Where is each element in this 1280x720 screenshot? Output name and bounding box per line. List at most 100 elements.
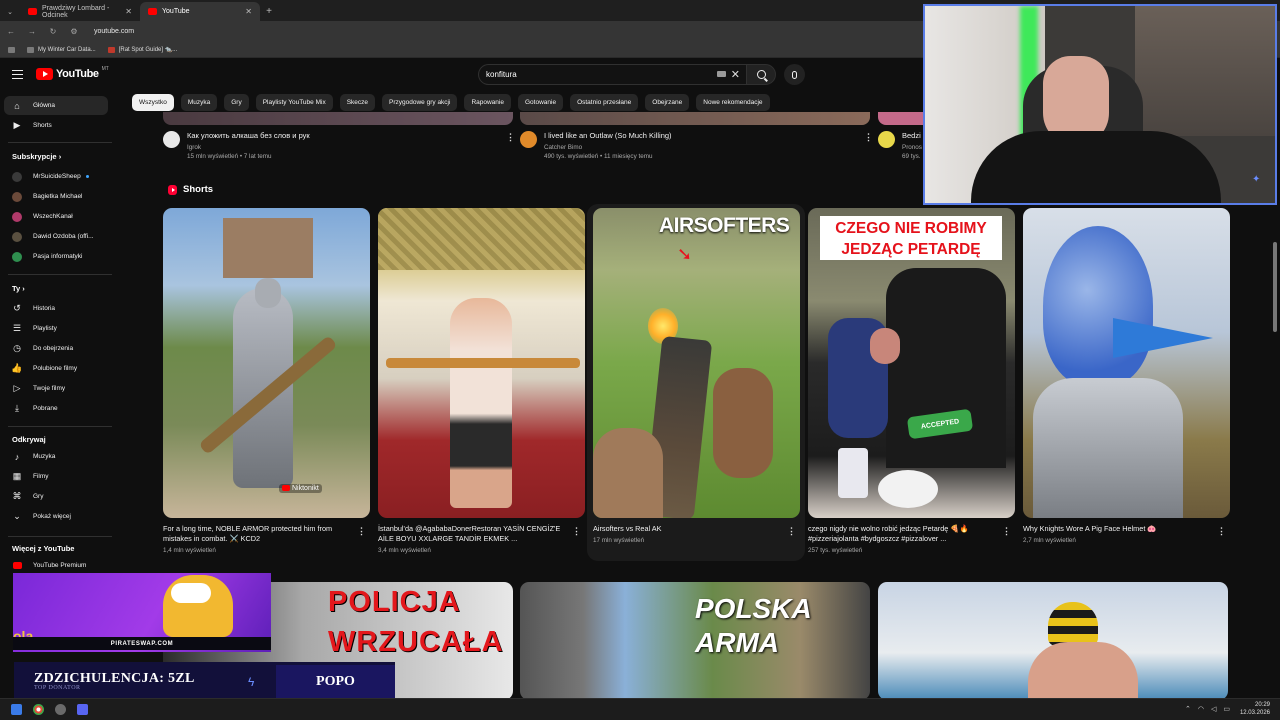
voice-search-button[interactable] [784,64,805,85]
filter-chip[interactable]: Muzyka [180,94,218,111]
video-thumbnail[interactable] [878,112,923,125]
site-info-icon[interactable]: ⚙ [69,27,79,36]
sidebar-item[interactable]: 👍 Polubione filmy [4,359,108,378]
sidebar-item[interactable]: WszechKanał [4,207,108,226]
reload-icon[interactable]: ↻ [48,27,58,36]
short-thumbnail[interactable]: CZEGO NIE ROBIMY JEDZĄC PETARDĘ ACCEPTED [808,208,1015,518]
speaker-icon[interactable]: ◁ [1211,705,1216,713]
more-actions-icon[interactable]: ⋮ [572,526,581,537]
video-thumbnail[interactable] [878,582,1228,700]
sidebar-item[interactable]: ☰ Playlisty [4,319,108,338]
channel-avatar[interactable] [520,131,537,148]
clock-date: 12.03.2026 [1239,709,1270,716]
channel-name[interactable]: Pronos [902,144,922,151]
forward-icon[interactable]: → [27,27,37,36]
discord-icon[interactable] [77,704,88,715]
more-actions-icon[interactable]: ⋮ [1002,526,1011,537]
filter-chip[interactable]: Ostatnio przesłane [570,94,639,111]
filter-chip[interactable]: Wszystko [132,94,174,111]
channel-name[interactable]: Catcher Bimo [544,144,582,151]
filter-chip[interactable]: Rapowanie [464,94,511,111]
filter-chip[interactable]: Gotowanie [517,94,564,111]
sidebar-item[interactable]: ♪ Muzyka [4,447,108,466]
more-actions-icon[interactable]: ⋮ [1217,526,1226,537]
ceiling-shape [378,208,585,270]
clear-search-icon[interactable]: ✕ [731,68,740,81]
url-text[interactable]: youtube.com [94,28,134,35]
menu-icon[interactable] [12,70,23,79]
chrome-icon[interactable] [33,704,44,715]
bookmark-item[interactable]: [Rat Spot Guide] 🐀... [107,46,177,53]
video-thumbnail[interactable]: POLSKA ARMA [520,582,870,700]
back-icon[interactable]: ← [6,27,16,36]
tab-youtube[interactable]: YouTube ✕ [140,2,260,21]
filter-chip[interactable]: Obejrzane [645,94,690,111]
search-button[interactable] [746,64,776,85]
video-title[interactable]: Как уложить алкаша без слов и рук [187,131,310,140]
short-thumbnail[interactable] [1023,208,1230,518]
youtube-logo[interactable]: YouTube MT [36,66,109,80]
keyboard-icon[interactable] [717,71,726,77]
sidebar-item-label: WszechKanał [33,213,73,220]
sidebar-item[interactable]: Bagietka Michael [4,187,108,206]
short-thumbnail[interactable]: AIRSOFTERS ➘ [593,208,800,518]
you-heading[interactable]: Ty › [12,284,25,293]
sidebar-item[interactable]: ↺ Historia [4,299,108,318]
subscriptions-heading[interactable]: Subskrypcje › [12,152,61,161]
channel-avatar[interactable] [878,131,895,148]
short-title[interactable]: czego nigdy nie wolno robić jedząc Petar… [808,524,998,545]
video-info[interactable]: Как уложить алкаша без слов и рук Igrok 1… [163,131,513,161]
search-input[interactable]: konfitura ✕ [478,64,746,85]
sidebar-item[interactable]: ▷ Twoje filmy [4,379,108,398]
short-title[interactable]: Why Knights Wore A Pig Face Helmet 🐽 [1023,524,1213,534]
sidebar-item[interactable]: ⌘ Gry [4,487,108,506]
close-tab-icon[interactable]: ✕ [245,7,252,16]
channel-avatar[interactable] [163,131,180,148]
video-title[interactable]: I lived like an Outlaw (So Much Killing) [544,131,672,140]
video-thumbnail[interactable] [520,112,870,125]
close-tab-icon[interactable]: ✕ [125,7,132,16]
more-actions-icon[interactable]: ⋮ [506,132,515,143]
sidebar-item[interactable]: ⤓ Pobrane [4,399,108,418]
sidebar-item[interactable]: ⌄ Pokaż więcej [4,507,108,526]
sidebar-item[interactable]: ◷ Do obejrzenia [4,339,108,358]
filter-chip[interactable]: Playlisty YouTube Mix [255,94,333,111]
video-title[interactable]: Bedzi [902,131,922,140]
tab-list-icon[interactable]: ⌄ [0,2,20,21]
sidebar-item-shorts[interactable]: ▶ Shorts [4,116,108,135]
more-actions-icon[interactable]: ⋮ [864,132,873,143]
tab-prawdziwy-lombard[interactable]: Prawdziwy Lombard - Odcinek ✕ [20,2,140,21]
video-info[interactable]: Bedzi Pronos 69 tys. [878,131,923,161]
more-actions-icon[interactable]: ⋮ [787,526,796,537]
video-info[interactable]: I lived like an Outlaw (So Much Killing)… [520,131,870,161]
filter-chip[interactable]: Skecze [339,94,376,111]
start-icon[interactable] [11,704,22,715]
more-actions-icon[interactable]: ⋮ [357,526,366,537]
apps-icon[interactable] [8,46,15,53]
short-title[interactable]: Airsofters vs Real AK [593,524,783,534]
filter-chip[interactable]: Nowe rekomendacje [696,94,770,111]
new-tab-icon[interactable]: + [260,2,278,21]
wifi-icon[interactable]: ◠ [1198,705,1204,713]
bookmark-item[interactable]: My Winter Car Data... [27,46,96,53]
castle-shape [223,218,313,278]
battery-icon[interactable]: ▭ [1223,705,1230,713]
short-thumbnail[interactable]: Niktonikt [163,208,370,518]
sidebar-item[interactable]: Pasja informatyki [4,247,108,266]
filter-chip[interactable]: Gry [224,94,249,111]
chevron-up-icon[interactable]: ⌃ [1185,705,1191,713]
short-title[interactable]: For a long time, NOBLE ARMOR protected h… [163,524,353,545]
sidebar-item-home[interactable]: ⌂ Główna [4,96,108,115]
sidebar-item[interactable]: ▦ Filmy [4,467,108,486]
video-thumbnail[interactable] [163,112,513,125]
filter-chip[interactable]: Przygodowe gry akcji [382,94,458,111]
short-thumbnail[interactable] [378,208,585,518]
app-icon[interactable] [55,704,66,715]
clock[interactable]: 20:29 12.03.2026 [1240,702,1270,718]
short-title[interactable]: İstanbul'da @AgababaDonerRestoran YASİN … [378,524,568,545]
channel-name[interactable]: Igrok [187,144,201,151]
sidebar-item[interactable]: MrSuicideSheep [4,167,108,186]
sidebar-item[interactable]: Dawid Ozdoba (offi... [4,227,108,246]
music-icon: ♪ [14,451,20,462]
scrollbar-thumb[interactable] [1273,242,1277,332]
